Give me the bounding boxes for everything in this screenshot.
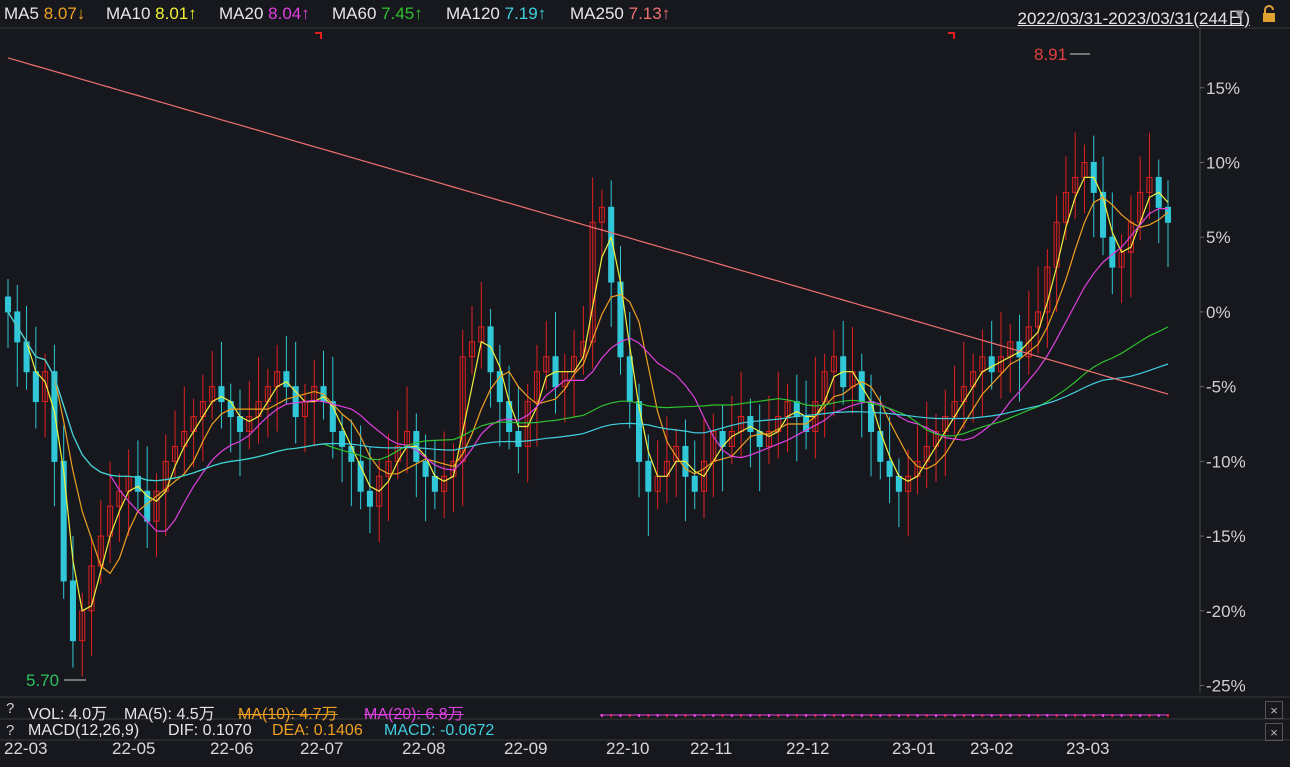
lock-icon[interactable] bbox=[1262, 5, 1276, 23]
event-marker bbox=[948, 32, 955, 39]
y-tick-label: -10% bbox=[1206, 452, 1246, 471]
y-tick-label: 10% bbox=[1206, 153, 1240, 172]
ma10-legend: MA10 8.01↑ bbox=[106, 4, 197, 23]
x-tick-label: 23-01 bbox=[892, 739, 936, 758]
ma120-legend: MA120 7.19↑ bbox=[446, 4, 547, 23]
ma10-line bbox=[7, 196, 1169, 575]
ma250-line bbox=[7, 57, 1169, 395]
x-axis: 22-03 22-05 22-06 22-07 22-08 22-09 22-10 22-11… bbox=[0, 739, 1290, 767]
x-tick-label: 22-05 bbox=[112, 739, 156, 758]
x-tick-label: 22-03 bbox=[4, 739, 48, 758]
x-tick-label: 22-07 bbox=[300, 739, 344, 758]
candle-body bbox=[422, 460, 429, 477]
x-tick-label: 22-11 bbox=[690, 739, 733, 758]
candle-body bbox=[886, 460, 893, 477]
candle-body bbox=[69, 580, 76, 642]
ma250-legend: MA250 7.13↑ bbox=[570, 4, 671, 23]
candle-body bbox=[747, 416, 754, 432]
vol-help-icon[interactable]: ? bbox=[6, 700, 14, 717]
candle-body bbox=[431, 475, 438, 492]
candle-body bbox=[793, 401, 800, 418]
ma5-line bbox=[7, 176, 1169, 612]
candle-body bbox=[366, 490, 373, 507]
low-price-label: 5.70 bbox=[26, 671, 59, 690]
y-tick-label: 15% bbox=[1206, 79, 1240, 98]
volume-panel-header: ? VOL: 4.0万 MA(5): 4.5万 MA(10): 4.7万 MA(… bbox=[0, 700, 1290, 723]
y-tick-label: 5% bbox=[1206, 228, 1231, 247]
vol-value: VOL: 4.0万 bbox=[28, 706, 108, 723]
x-tick-label: 22-10 bbox=[606, 739, 650, 758]
candle-body bbox=[4, 296, 12, 313]
ma10-value: 8.01 bbox=[155, 4, 189, 23]
macd-title: MACD(12,26,9) bbox=[28, 722, 140, 739]
y-tick-label: -15% bbox=[1206, 527, 1246, 546]
ma250-value: 7.13 bbox=[628, 4, 662, 23]
candle-body bbox=[895, 475, 902, 492]
candle-body bbox=[1109, 236, 1116, 268]
candle-body bbox=[1164, 206, 1172, 223]
ma60-legend: MA60 7.45↑ bbox=[332, 4, 423, 23]
event-marker bbox=[315, 32, 322, 39]
x-tick-label: 23-02 bbox=[970, 739, 1014, 758]
close-vol-panel-icon[interactable]: × bbox=[1265, 701, 1283, 719]
macd-value: MACD: -0.0672 bbox=[384, 722, 495, 739]
ma20-legend: MA20 8.04↑ bbox=[219, 4, 310, 23]
date-range-selector[interactable]: 2022/03/31-2023/03/31(244日) bbox=[1017, 4, 1250, 29]
macd-help-icon[interactable]: ? bbox=[6, 722, 14, 739]
candle-body bbox=[218, 386, 225, 403]
y-tick-label: 0% bbox=[1206, 303, 1231, 322]
candle-body bbox=[691, 475, 698, 492]
candle-body bbox=[60, 460, 67, 582]
high-price-label: 8.91 bbox=[1034, 45, 1067, 64]
ma120-value: 7.19 bbox=[504, 4, 538, 23]
x-tick-label: 23-03 bbox=[1066, 739, 1110, 758]
y-tick-label: -5% bbox=[1206, 378, 1236, 397]
candlestick-chart[interactable]: 15% 10% 5% 0% -5% -10% -15% -20% -25% 8.91 5.70 bbox=[0, 0, 1290, 767]
candle-body bbox=[515, 430, 522, 447]
vol-ma5: MA(5): 4.5万 bbox=[124, 706, 215, 723]
candle-body bbox=[636, 401, 643, 462]
candle-body bbox=[32, 371, 39, 403]
dropdown-triangle-icon[interactable]: ▼ bbox=[1232, 6, 1247, 23]
y-tick-label: -20% bbox=[1206, 602, 1246, 621]
ma60-value: 7.45 bbox=[381, 4, 415, 23]
candle-body bbox=[236, 416, 244, 432]
x-tick-label: 22-09 bbox=[504, 739, 548, 758]
ma5-legend: MA5 8.07↓ bbox=[4, 4, 86, 23]
macd-dif: DIF: 0.1070 bbox=[168, 722, 252, 739]
vol-ma10: MA(10): 4.7万 bbox=[238, 706, 338, 723]
x-tick-label: 22-12 bbox=[786, 739, 830, 758]
ma20-value: 8.04 bbox=[268, 4, 302, 23]
candle-body bbox=[988, 356, 995, 373]
macd-dea: DEA: 0.1406 bbox=[272, 722, 363, 739]
ma-legend-bar: MA5 8.07↓ MA10 8.01↑ MA20 8.04↑ MA60 7.4… bbox=[0, 0, 1290, 28]
candle-body bbox=[645, 460, 652, 492]
ma5-value: 8.07 bbox=[43, 4, 77, 23]
vol-ma20: MA(20): 6.8万 bbox=[364, 706, 464, 723]
y-tick-label: -25% bbox=[1206, 677, 1246, 696]
ma60-line bbox=[7, 311, 1169, 482]
x-tick-label: 22-06 bbox=[210, 739, 254, 758]
candle-body bbox=[626, 356, 633, 403]
x-tick-label: 22-08 bbox=[402, 739, 446, 758]
ma120-line bbox=[7, 311, 1169, 482]
